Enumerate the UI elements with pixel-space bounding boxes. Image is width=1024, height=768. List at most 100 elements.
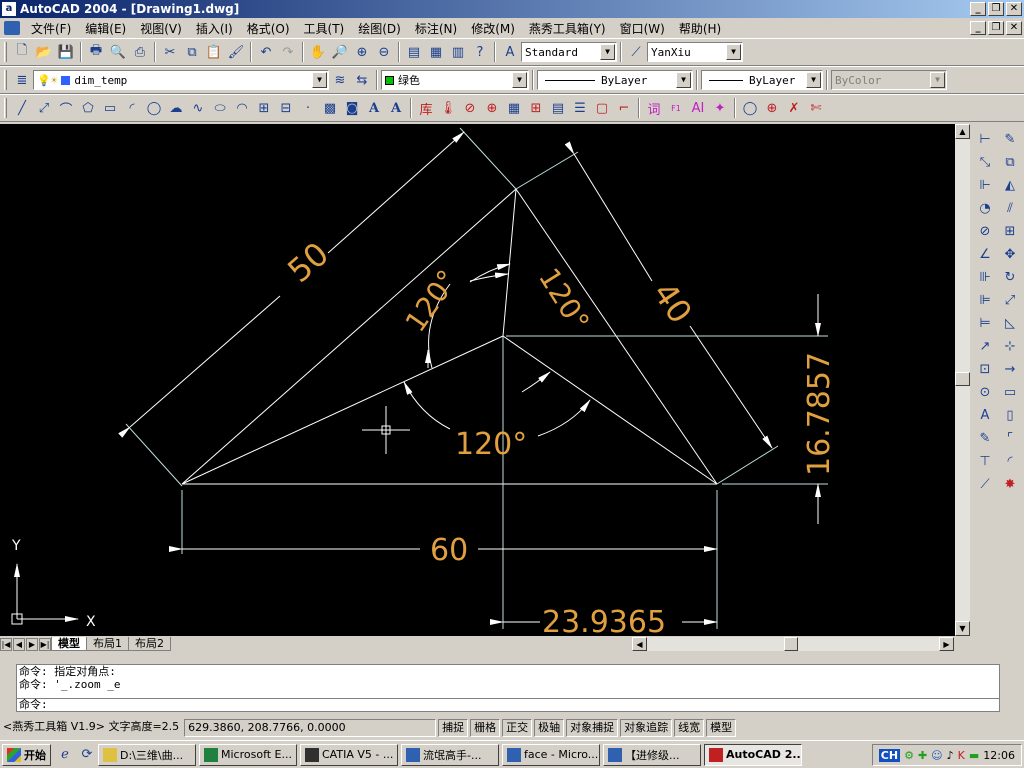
zoom-realtime-icon[interactable]: 🔎 xyxy=(329,41,351,63)
menu-window[interactable]: 窗口(W) xyxy=(613,20,672,37)
cross-tool-icon[interactable]: ✗ xyxy=(783,97,805,119)
toggle-ortho[interactable]: 正交 xyxy=(502,719,533,737)
print-preview-icon[interactable]: 🔍 xyxy=(107,41,129,63)
antivirus-icon[interactable]: K xyxy=(958,749,965,762)
security-icon[interactable]: ✚ xyxy=(918,749,927,762)
help-icon[interactable]: ? xyxy=(469,41,491,63)
trim-icon[interactable]: ⊹ xyxy=(999,335,1021,357)
lineweight-select[interactable]: ByLayer ▼ xyxy=(701,70,823,90)
fillet-icon[interactable]: ⌐ xyxy=(613,97,635,119)
rectangle-icon[interactable]: ▭ xyxy=(99,97,121,119)
toggle-lineweight[interactable]: 线宽 xyxy=(674,719,705,737)
zoom-window-icon[interactable]: ⊕ xyxy=(351,41,373,63)
start-button[interactable]: 开始 xyxy=(2,743,51,766)
make-block-icon[interactable]: ⊟ xyxy=(275,97,297,119)
thermometer-icon[interactable]: 🌡 xyxy=(437,97,459,119)
center-mark-dim-icon[interactable]: ⊙ xyxy=(974,381,996,403)
layer-previous-icon[interactable]: ⇆ xyxy=(351,69,373,91)
menu-format[interactable]: 格式(O) xyxy=(240,20,297,37)
aligned-dim-icon[interactable]: ⤡ xyxy=(974,151,996,173)
toggle-otrack[interactable]: 对象追踪 xyxy=(620,719,673,737)
display-icon[interactable]: ▬ xyxy=(969,749,979,762)
toggle-osnap[interactable]: 对象捕捉 xyxy=(566,719,619,737)
minimize-button[interactable]: _ xyxy=(970,2,986,16)
tab-layout2[interactable]: 布局2 xyxy=(128,637,171,651)
command-input[interactable]: 命令: xyxy=(16,698,1000,712)
scroll-right-button[interactable]: ▶ xyxy=(939,637,954,651)
layout-icon[interactable]: ⊞ xyxy=(525,97,547,119)
arc-icon[interactable]: ◜ xyxy=(121,97,143,119)
close-button[interactable]: ✕ xyxy=(1006,2,1022,16)
scroll-left-button[interactable]: ◀ xyxy=(632,637,647,651)
quick-launch-icon[interactable]: ⟳ xyxy=(76,744,98,766)
circle-tool-icon[interactable]: ◯ xyxy=(739,97,761,119)
match-properties-icon[interactable]: 🖌 xyxy=(225,41,247,63)
color-select[interactable]: 绿色 ▼ xyxy=(381,70,529,90)
print-icon[interactable]: 🖶 xyxy=(85,41,107,63)
doc-minimize-button[interactable]: _ xyxy=(970,21,986,35)
quick-dim-icon[interactable]: ⊪ xyxy=(974,266,996,288)
point-icon[interactable]: · xyxy=(297,97,319,119)
mirror-icon[interactable]: ◭ xyxy=(999,174,1021,196)
task-word[interactable]: face - Micro... xyxy=(502,743,600,766)
revision-cloud-icon[interactable]: ☁ xyxy=(165,97,187,119)
dim-text-60[interactable]: 60 xyxy=(430,533,468,568)
copy-icon[interactable]: ⧉ xyxy=(181,41,203,63)
grid-block-icon[interactable]: ▦ xyxy=(503,97,525,119)
text-edit-icon[interactable]: F1 xyxy=(665,97,687,119)
next-tab-button[interactable]: ▶ xyxy=(26,637,38,651)
linetype-select[interactable]: ByLayer ▼ xyxy=(537,70,693,90)
text-style-select[interactable]: Standard ▼ xyxy=(521,42,617,62)
ordinate-dim-icon[interactable]: ⊩ xyxy=(974,174,996,196)
library-icon[interactable]: 库 xyxy=(415,97,437,119)
messenger-icon[interactable]: ☺ xyxy=(931,749,942,762)
toolbar-grip[interactable] xyxy=(4,42,7,62)
task-autocad[interactable]: AutoCAD 2... xyxy=(704,743,802,766)
task-forum[interactable]: 【进修级... xyxy=(603,743,701,766)
menu-edit[interactable]: 编辑(E) xyxy=(78,20,133,37)
move-icon[interactable]: ✥ xyxy=(999,243,1021,265)
center-mark-icon[interactable]: ⊕ xyxy=(761,97,783,119)
horizontal-scroll-thumb[interactable] xyxy=(784,637,798,651)
list-icon[interactable]: ☰ xyxy=(569,97,591,119)
menu-yanxiu[interactable]: 燕秀工具箱(Y) xyxy=(522,20,613,37)
doc-restore-button[interactable]: ❐ xyxy=(988,21,1004,35)
symbol-icon[interactable]: ✦ xyxy=(709,97,731,119)
toggle-polar[interactable]: 极轴 xyxy=(534,719,565,737)
task-catia[interactable]: CATIA V5 - ... xyxy=(300,743,398,766)
dim-text-16-7857[interactable]: 16.7857 xyxy=(802,352,837,476)
break-at-point-icon[interactable]: ▭ xyxy=(999,381,1021,403)
ai-icon[interactable]: AI xyxy=(687,97,709,119)
doc-close-button[interactable]: ✕ xyxy=(1006,21,1022,35)
undo-icon[interactable]: ↶ xyxy=(255,41,277,63)
tool-palettes-icon[interactable]: ▥ xyxy=(447,41,469,63)
insert-block-icon[interactable]: ⊞ xyxy=(253,97,275,119)
extend-icon[interactable]: → xyxy=(999,358,1021,380)
erase-icon[interactable]: ✎ xyxy=(999,128,1021,150)
task-browser[interactable]: 流氓高手-... xyxy=(401,743,499,766)
tolerance-icon[interactable]: ⊡ xyxy=(974,358,996,380)
angle-text-top[interactable]: 120° xyxy=(532,262,596,337)
linear-dim-icon[interactable]: ⊢ xyxy=(974,128,996,150)
dim-style-icon[interactable]: ⟋ xyxy=(625,41,647,63)
scissors-tool-icon[interactable]: ✄ xyxy=(805,97,827,119)
scale-icon[interactable]: ⤢ xyxy=(999,289,1021,311)
prev-tab-button[interactable]: ◀ xyxy=(13,637,25,651)
polyline-icon[interactable]: ⌒ xyxy=(55,97,77,119)
no-entry-icon[interactable]: ⊘ xyxy=(459,97,481,119)
zoom-previous-icon[interactable]: ⊖ xyxy=(373,41,395,63)
redo-icon[interactable]: ↷ xyxy=(277,41,299,63)
network-icon[interactable]: ⚙ xyxy=(904,749,914,762)
toolbar-grip[interactable] xyxy=(4,98,7,118)
vertical-scroll-thumb[interactable] xyxy=(955,372,970,386)
angular-dim-icon[interactable]: ∠ xyxy=(974,243,996,265)
menu-dimension[interactable]: 标注(N) xyxy=(408,20,464,37)
toggle-grid[interactable]: 栅格 xyxy=(470,719,501,737)
dim-text-23-9365[interactable]: 23.9365 xyxy=(542,605,666,640)
polygon-icon[interactable]: ⬠ xyxy=(77,97,99,119)
radius-dim-icon[interactable]: ◔ xyxy=(974,197,996,219)
volume-icon[interactable]: ♪ xyxy=(947,749,954,762)
menu-file[interactable]: 文件(F) xyxy=(24,20,78,37)
dim-style-manager-icon[interactable]: ⟋ xyxy=(974,473,996,495)
design-center-icon[interactable]: ▦ xyxy=(425,41,447,63)
